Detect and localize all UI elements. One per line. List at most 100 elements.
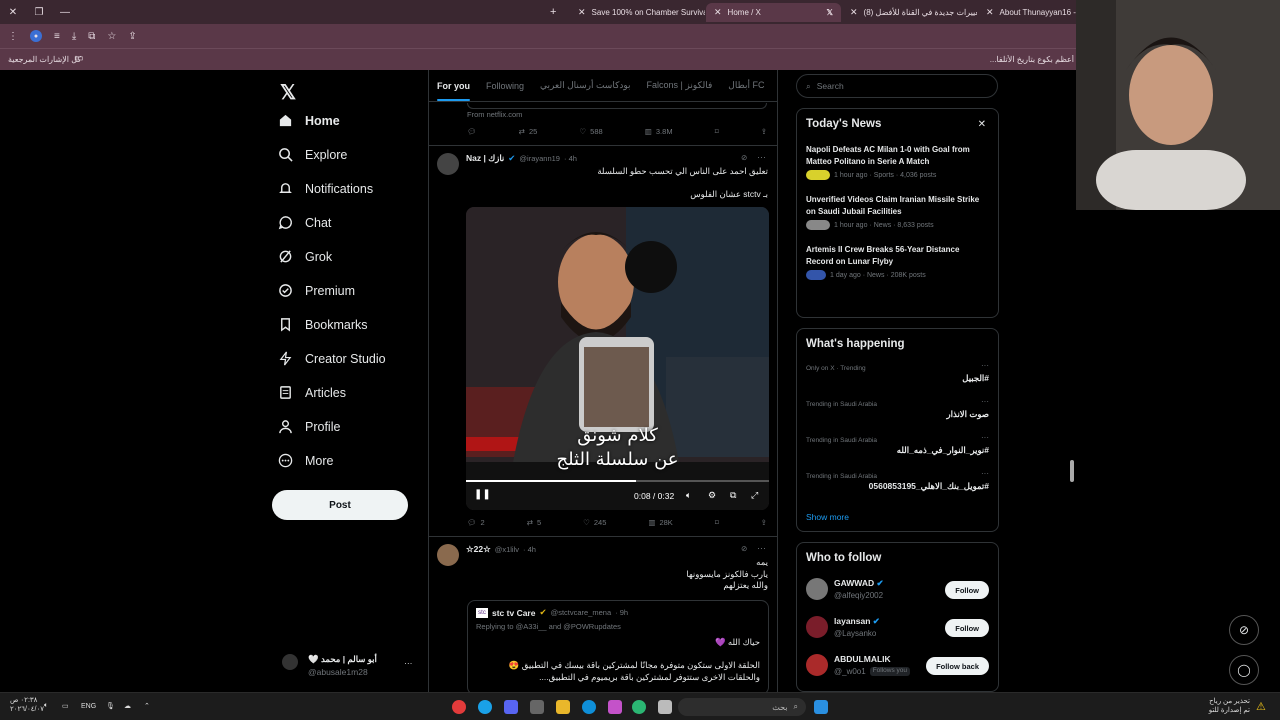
- follow-user-name[interactable]: ABDULMALIK: [834, 654, 891, 664]
- link-source[interactable]: From netflix.com: [467, 110, 522, 119]
- file-explorer-icon[interactable]: [556, 700, 570, 714]
- grok-icon[interactable]: ⊘: [741, 544, 747, 553]
- pause-icon[interactable]: ❚❚: [474, 489, 491, 500]
- views-button[interactable]: ▥ 3.8M: [645, 127, 673, 136]
- menu-dots-icon[interactable]: ⋮: [8, 31, 18, 42]
- nav-explore[interactable]: Explore: [278, 147, 347, 162]
- network-icon[interactable]: ☁︎: [124, 702, 131, 710]
- trend-item[interactable]: Only on X · Trending ··· #الجبيل: [806, 361, 989, 384]
- avatar[interactable]: [806, 578, 828, 600]
- follow-user-name[interactable]: GAWWAD ✔: [834, 578, 884, 589]
- new-tab-icon[interactable]: +: [550, 6, 556, 18]
- tab-falcons[interactable]: Falcons | فالكونز: [647, 80, 713, 91]
- avatar[interactable]: [437, 153, 459, 175]
- whatsapp-icon[interactable]: [632, 700, 646, 714]
- post-time[interactable]: · 4h: [564, 154, 577, 163]
- quoted-post[interactable]: stc stc tv Care ✔ @stctvcare_mena · 9h R…: [467, 600, 769, 692]
- nav-premium[interactable]: Premium: [278, 283, 355, 298]
- more-dots-icon[interactable]: ···: [757, 543, 766, 553]
- trend-item[interactable]: Trending in Saudi Arabia ··· صوت الانذار: [806, 397, 989, 420]
- settings-gear-icon[interactable]: ⚙: [708, 490, 716, 501]
- playlist-icon[interactable]: ≡: [54, 31, 60, 42]
- all-bookmarks-label[interactable]: كل الإشارات المرجعية: [8, 55, 81, 64]
- download-icon[interactable]: ⤓: [72, 31, 76, 42]
- minimize-window-icon[interactable]: —: [52, 7, 78, 18]
- avatar[interactable]: [806, 616, 828, 638]
- bookmark-icon[interactable]: ⌑: [715, 127, 719, 136]
- browser-tab-active[interactable]: ✕ Home / X 𝕏: [706, 3, 841, 22]
- nav-articles[interactable]: Articles: [278, 385, 346, 400]
- language-indicator[interactable]: ENG: [81, 703, 96, 710]
- app-icon-2[interactable]: [530, 700, 544, 714]
- nav-chat[interactable]: Chat: [278, 215, 331, 230]
- discord-icon[interactable]: [504, 700, 518, 714]
- nav-grok[interactable]: Grok: [278, 249, 332, 264]
- news-item[interactable]: Unverified Videos Claim Iranian Missile …: [806, 194, 989, 230]
- more-dots-icon[interactable]: ···: [404, 658, 413, 668]
- author-handle[interactable]: @x1lilv: [495, 545, 519, 554]
- x-logo-icon[interactable]: 𝕏: [280, 80, 296, 105]
- tab-arsenal-podcast[interactable]: بودكاست أرسنال العربي: [540, 80, 631, 91]
- grok-float-button[interactable]: ⊘: [1229, 615, 1259, 645]
- page-scrollbar-thumb[interactable]: [1070, 460, 1074, 482]
- share-icon[interactable]: ⇪: [128, 31, 136, 42]
- like-button[interactable]: ♡ 588: [579, 127, 602, 136]
- trend-item[interactable]: Trending in Saudi Arabia ··· #تمويل_بنك_…: [806, 469, 989, 492]
- more-dots-icon[interactable]: ···: [981, 433, 989, 442]
- close-tab-icon[interactable]: ✕: [986, 7, 994, 18]
- chevron-up-icon[interactable]: ⌃: [144, 702, 150, 710]
- clock[interactable]: ٠٢:٣٨ ص ٢٠٢٦/٠٤/٠٧: [10, 696, 44, 714]
- bookmark-item[interactable]: أعظم بكوع بتاريخ الأتلفا...: [934, 55, 1074, 64]
- avatar[interactable]: [806, 654, 828, 676]
- nav-more[interactable]: More: [278, 453, 333, 468]
- close-tab-icon[interactable]: ✕: [850, 7, 858, 18]
- follow-button[interactable]: Follow: [945, 619, 989, 637]
- more-dots-icon[interactable]: ···: [757, 152, 766, 162]
- nav-bookmarks[interactable]: Bookmarks: [278, 317, 368, 332]
- browser-tab[interactable]: ✕ Save 100% on Chamber Survival: [570, 3, 705, 22]
- views-button[interactable]: ▥ 28K: [648, 518, 672, 527]
- fullscreen-icon[interactable]: ⤢: [751, 490, 758, 501]
- share-icon[interactable]: ⇪: [761, 518, 767, 527]
- extensions-icon[interactable]: ⧉: [88, 31, 95, 42]
- microphone-icon[interactable]: 🎙︎: [106, 702, 115, 710]
- browser-tab[interactable]: ✕ (8) تغييرات جديدة في القناة للأفضل: [842, 3, 977, 22]
- reply-button[interactable]: 💬︎ 2: [467, 518, 485, 527]
- edge-icon[interactable]: [582, 700, 596, 714]
- like-button[interactable]: ♡ 245: [583, 518, 606, 527]
- news-item[interactable]: Napoli Defeats AC Milan 1-0 with Goal fr…: [806, 144, 989, 180]
- reply-icon[interactable]: 💬︎: [467, 127, 477, 136]
- messages-float-button[interactable]: ◯: [1229, 655, 1259, 685]
- restore-window-icon[interactable]: ❐: [26, 7, 52, 18]
- search-box[interactable]: ⌕ Search: [796, 74, 998, 98]
- post-button[interactable]: Post: [272, 490, 408, 520]
- follow-user-name[interactable]: layansan ✔: [834, 616, 880, 627]
- bookmark-icon[interactable]: ⌑: [715, 518, 719, 527]
- author-handle[interactable]: @irayann19: [519, 154, 560, 163]
- trend-item[interactable]: Trending in Saudi Arabia ··· #نوير_النوا…: [806, 433, 989, 456]
- close-tab-icon[interactable]: ✕: [714, 7, 722, 18]
- follow-button[interactable]: Follow: [945, 581, 989, 599]
- browser-tab[interactable]: ✕ About Thunayyan16 - W: [978, 3, 1078, 22]
- bookmark-star-icon[interactable]: ☆: [107, 31, 116, 42]
- windows-start-icon[interactable]: [814, 700, 828, 714]
- taskbar-search[interactable]: بحث ⌕: [678, 698, 806, 716]
- picture-in-picture-icon[interactable]: ⧉: [730, 490, 736, 501]
- tab-following[interactable]: Following: [486, 81, 524, 91]
- close-tab-icon[interactable]: ✕: [578, 7, 586, 18]
- nav-home[interactable]: Home: [278, 113, 340, 128]
- more-dots-icon[interactable]: ···: [981, 469, 989, 478]
- nav-creator-studio[interactable]: Creator Studio: [278, 351, 386, 366]
- nav-notifications[interactable]: Notifications: [278, 181, 373, 196]
- share-icon[interactable]: ⇪: [761, 127, 767, 136]
- close-window-icon[interactable]: ✕: [0, 7, 26, 18]
- author-name[interactable]: ☆22☆: [466, 544, 491, 555]
- retweet-button[interactable]: ⇄ 5: [527, 518, 541, 527]
- volume-icon[interactable]: 🔈︎: [686, 490, 691, 501]
- tab-for-you[interactable]: For you: [437, 81, 470, 101]
- follow-back-button[interactable]: Follow back: [926, 657, 989, 675]
- post-time[interactable]: · 4h: [523, 545, 536, 554]
- avatar[interactable]: [437, 544, 459, 566]
- profile-icon[interactable]: ●: [30, 30, 42, 42]
- weather-notification[interactable]: تحذير من رياح تم إصدارة للتو: [1180, 697, 1250, 715]
